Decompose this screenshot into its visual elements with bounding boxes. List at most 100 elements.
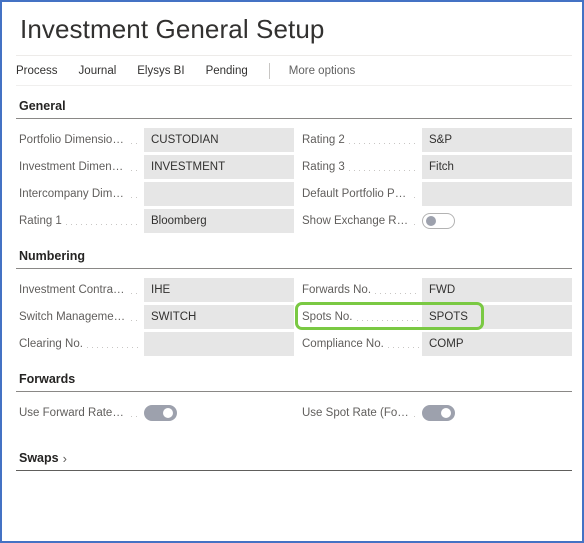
action-more-options[interactable]: More options	[289, 57, 355, 85]
toggle-wrap-use-spot-rate	[422, 401, 572, 425]
field-input-clearing-no[interactable]	[144, 332, 294, 356]
toggle-knob-icon	[163, 408, 173, 418]
field-label-default-portfolio-pos: Default Portfolio Pos....	[302, 188, 410, 200]
field-label-investment-dimension: Investment Dimensio...	[19, 161, 127, 173]
action-journal[interactable]: Journal	[79, 57, 117, 85]
section-forwards: Forwards Use Forward Rate (M... Use Spot…	[16, 359, 572, 428]
section-general-fields: Portfolio Dimension ... CUSTODIAN Invest…	[16, 119, 572, 236]
toggle-knob-icon	[441, 408, 451, 418]
field-input-rating-1[interactable]: Bloomberg	[144, 209, 294, 233]
toggle-wrap-show-exchange-rate	[422, 209, 572, 233]
action-elysys-bi[interactable]: Elysys BI	[137, 57, 184, 85]
field-row-clearing-no: Clearing No.	[16, 332, 294, 356]
field-row-investment-dimension: Investment Dimensio... INVESTMENT	[16, 155, 294, 179]
numbering-left-column: Investment Contracts... IHE Switch Manag…	[16, 278, 294, 359]
section-general: General Portfolio Dimension ... CUSTODIA…	[16, 86, 572, 236]
field-label-investment-contracts-no: Investment Contracts...	[19, 284, 127, 296]
section-forwards-title: Forwards	[19, 372, 76, 386]
field-row-use-spot-rate: Use Spot Rate (Forex ...	[299, 401, 572, 425]
leader-dots	[131, 311, 141, 323]
section-swaps-title: Swaps	[19, 451, 59, 465]
field-label-compliance-no: Compliance No.	[302, 338, 384, 350]
field-row-use-forward-rate: Use Forward Rate (M...	[16, 401, 294, 425]
section-swaps: Swaps ›	[16, 428, 572, 471]
field-input-intercompany-dimension[interactable]	[144, 182, 294, 206]
action-pending[interactable]: Pending	[206, 57, 248, 85]
field-label-rating-2: Rating 2	[302, 134, 345, 146]
field-label-spots-no: Spots No.	[302, 311, 353, 323]
section-swaps-toggle[interactable]: Swaps ›	[16, 438, 572, 470]
leader-dots	[348, 134, 419, 146]
leader-dots	[131, 188, 141, 200]
field-row-portfolio-dimension: Portfolio Dimension ... CUSTODIAN	[16, 128, 294, 152]
field-row-compliance-no: Compliance No. COMP	[299, 332, 572, 356]
toggle-use-forward-rate[interactable]	[144, 405, 177, 421]
field-label-rating-1: Rating 1	[19, 215, 62, 227]
field-label-rating-3: Rating 3	[302, 161, 345, 173]
field-row-rating-3: Rating 3 Fitch	[299, 155, 572, 179]
leader-dots	[414, 407, 419, 419]
leader-dots	[86, 338, 141, 350]
field-input-investment-contracts-no[interactable]: IHE	[144, 278, 294, 302]
field-input-rating-2[interactable]: S&P	[422, 128, 572, 152]
leader-dots	[414, 188, 419, 200]
title-divider	[16, 55, 572, 56]
field-input-switch-management-no[interactable]: SWITCH	[144, 305, 294, 329]
field-row-show-exchange-rate: Show Exchange Rate...	[299, 209, 572, 233]
field-label-show-exchange-rate: Show Exchange Rate...	[302, 215, 410, 227]
field-input-compliance-no[interactable]: COMP	[422, 332, 572, 356]
field-row-default-portfolio-pos: Default Portfolio Pos....	[299, 182, 572, 206]
field-row-forwards-no: Forwards No. FWD	[299, 278, 572, 302]
field-row-investment-contracts-no: Investment Contracts... IHE	[16, 278, 294, 302]
section-forwards-fields: Use Forward Rate (M... Use Spot Rate (Fo…	[16, 392, 572, 428]
forwards-right-column: Use Spot Rate (Forex ...	[294, 401, 572, 428]
leader-dots	[387, 338, 419, 350]
setup-page-window: Investment General Setup Process Journal…	[0, 0, 584, 543]
toggle-knob-icon	[426, 216, 436, 226]
forwards-left-column: Use Forward Rate (M...	[16, 401, 294, 428]
leader-dots	[65, 215, 141, 227]
field-input-spots-no[interactable]: SPOTS	[422, 305, 572, 329]
leader-dots	[375, 284, 419, 296]
leader-dots	[131, 284, 141, 296]
general-left-column: Portfolio Dimension ... CUSTODIAN Invest…	[16, 128, 294, 236]
leader-dots	[131, 407, 141, 419]
toggle-use-spot-rate[interactable]	[422, 405, 455, 421]
leader-dots	[356, 311, 420, 323]
leader-dots	[348, 161, 419, 173]
general-right-column: Rating 2 S&P Rating 3 Fitch Default Port…	[294, 128, 572, 236]
field-label-intercompany-dimension: Intercompany Dimen...	[19, 188, 127, 200]
field-row-switch-management-no: Switch Management ... SWITCH	[16, 305, 294, 329]
field-label-switch-management-no: Switch Management ...	[19, 311, 127, 323]
field-label-forwards-no: Forwards No.	[302, 284, 372, 296]
toggle-wrap-use-forward-rate	[144, 401, 294, 425]
section-swaps-divider	[16, 470, 572, 471]
field-label-use-spot-rate: Use Spot Rate (Forex ...	[302, 407, 410, 419]
chevron-right-icon: ›	[62, 450, 67, 466]
leader-dots	[414, 215, 419, 227]
leader-dots	[131, 161, 141, 173]
field-row-intercompany-dimension: Intercompany Dimen...	[16, 182, 294, 206]
field-input-portfolio-dimension[interactable]: CUSTODIAN	[144, 128, 294, 152]
leader-dots	[131, 134, 141, 146]
field-label-portfolio-dimension: Portfolio Dimension ...	[19, 134, 127, 146]
action-bar: Process Journal Elysys BI Pending More o…	[2, 57, 582, 85]
toggle-show-exchange-rate[interactable]	[422, 213, 455, 229]
swaps-spacer	[16, 428, 572, 438]
action-process[interactable]: Process	[16, 57, 58, 85]
field-row-rating-2: Rating 2 S&P	[299, 128, 572, 152]
field-row-rating-1: Rating 1 Bloomberg	[16, 209, 294, 233]
numbering-right-column: Forwards No. FWD Spots No. SPOTS Complia…	[294, 278, 572, 359]
action-bar-separator	[268, 63, 270, 79]
field-input-forwards-no[interactable]: FWD	[422, 278, 572, 302]
field-input-rating-3[interactable]: Fitch	[422, 155, 572, 179]
section-numbering-fields: Investment Contracts... IHE Switch Manag…	[16, 269, 572, 359]
field-input-default-portfolio-pos[interactable]	[422, 182, 572, 206]
section-numbering: Numbering Investment Contracts... IHE Sw…	[16, 236, 572, 359]
page-title: Investment General Setup	[20, 14, 325, 44]
field-label-use-forward-rate: Use Forward Rate (M...	[19, 407, 127, 419]
field-input-investment-dimension[interactable]: INVESTMENT	[144, 155, 294, 179]
section-numbering-title: Numbering	[19, 249, 85, 263]
field-row-spots-no: Spots No. SPOTS	[295, 302, 572, 330]
field-label-clearing-no: Clearing No.	[19, 338, 83, 350]
